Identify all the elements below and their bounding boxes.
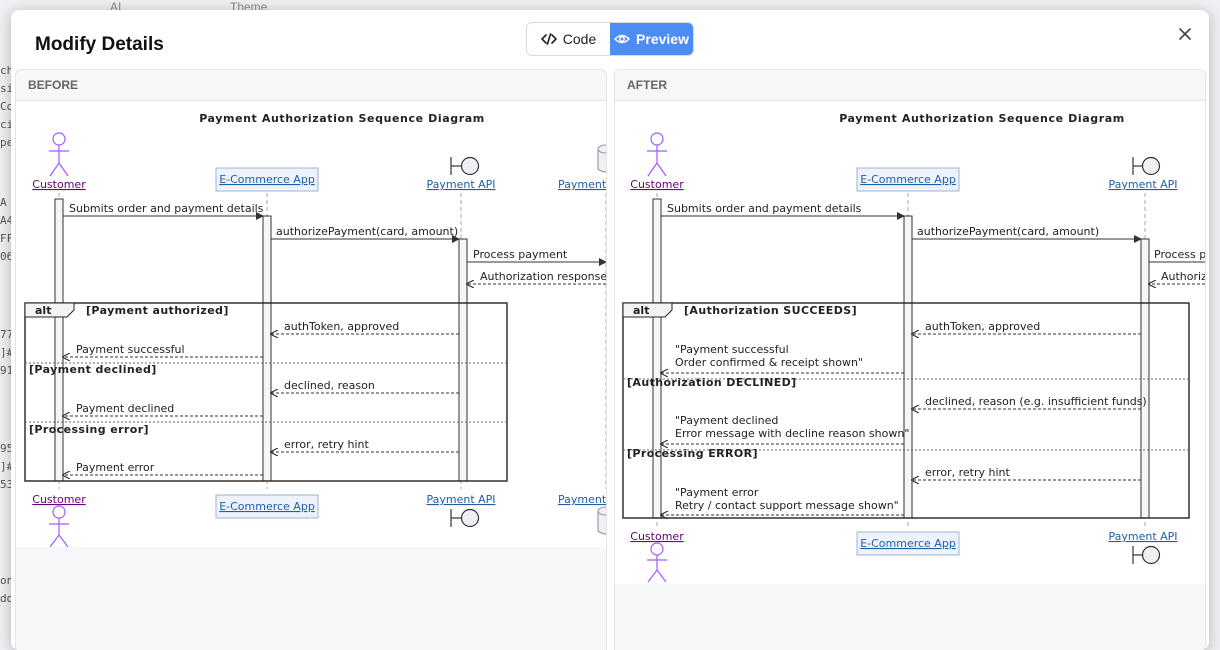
message-label: Retry / contact support message shown" [675, 499, 899, 512]
message-label: Submits order and payment details [667, 202, 862, 215]
boundary-icon [1132, 156, 1161, 176]
message-label: declined, reason (e.g. insufficient fund… [925, 395, 1147, 408]
participant-ecommerce-app-footer[interactable]: E-Commerce App [219, 500, 315, 513]
message-label: Authoriz [1161, 270, 1205, 283]
after-sequence-diagram: Payment Authorization Sequence Diagram C… [622, 112, 1205, 583]
actor-icon [647, 132, 667, 177]
boundary-icon [1132, 545, 1161, 565]
activation-bar [262, 215, 272, 482]
alt-guard: [Processing error] [29, 423, 149, 436]
participant-ecommerce-app[interactable]: E-Commerce App [219, 173, 315, 186]
code-tab[interactable]: Code [527, 23, 610, 55]
before-panel: BEFORE Payment Authorization Sequence Di… [15, 69, 607, 650]
view-toggle: Code Preview [526, 22, 694, 56]
message-label: Payment declined [76, 402, 174, 415]
boundary-icon [450, 156, 480, 176]
activation-bar [652, 198, 662, 519]
eye-icon [614, 34, 631, 44]
participant-customer-footer[interactable]: Customer [32, 493, 86, 506]
after-diagram[interactable]: Payment Authorization Sequence Diagram C… [615, 100, 1205, 584]
message-label: Payment successful [76, 343, 185, 356]
preview-tab[interactable]: Preview [610, 23, 693, 55]
activation-bar [54, 198, 64, 482]
participant-payment-api[interactable]: Payment API [426, 178, 495, 191]
message-label: authorizePayment(card, amount) [917, 225, 1099, 238]
alt-label: alt [35, 304, 51, 317]
diagram-title: Payment Authorization Sequence Diagram [839, 112, 1125, 125]
participant-ecommerce-app[interactable]: E-Commerce App [860, 173, 956, 186]
alt-guard: [Processing ERROR] [627, 447, 758, 460]
database-icon [597, 144, 606, 173]
message-label: Process payment [473, 248, 568, 261]
message-label: Order confirmed & receipt shown" [675, 356, 863, 369]
code-tab-label: Code [562, 31, 597, 47]
after-panel: AFTER Payment Authorization Sequence Dia… [614, 69, 1206, 650]
alt-label: alt [633, 304, 649, 317]
close-button[interactable] [1179, 24, 1191, 44]
alt-guard: [Authorization DECLINED] [627, 376, 797, 389]
message-label: "Payment successful [675, 343, 789, 356]
actor-icon [647, 542, 667, 583]
message-label: declined, reason [284, 379, 375, 392]
after-label: AFTER [627, 78, 667, 92]
close-icon [1179, 28, 1191, 40]
message-label: error, retry hint [284, 438, 370, 451]
modify-details-modal: Modify Details Code Preview BEFORE Payme… [11, 10, 1209, 650]
participant-customer[interactable]: Customer [32, 178, 86, 191]
message-label: error, retry hint [925, 466, 1011, 479]
message-label: authToken, approved [925, 320, 1040, 333]
activation-bar [458, 238, 468, 482]
activation-bar [903, 215, 913, 519]
alt-guard: [Authorization SUCCEEDS] [684, 304, 857, 317]
participant-payment-footer[interactable]: Payment [558, 493, 606, 506]
participant-customer[interactable]: Customer [630, 178, 684, 191]
diagram-title: Payment Authorization Sequence Diagram [199, 112, 485, 125]
message-label: Authorization response [480, 270, 606, 283]
participant-ecommerce-app-footer[interactable]: E-Commerce App [860, 537, 956, 550]
participant-payment-api-footer[interactable]: Payment API [426, 493, 495, 506]
boundary-icon [450, 508, 480, 528]
alt-guard: [Payment declined] [29, 363, 157, 376]
actor-icon [49, 505, 69, 547]
preview-tab-label: Preview [636, 31, 689, 47]
message-label: Payment error [76, 461, 155, 474]
background-code: A [0, 196, 7, 209]
participant-customer-footer[interactable]: Customer [630, 530, 684, 543]
alt-guard: [Payment authorized] [86, 304, 229, 317]
modal-title: Modify Details [35, 34, 164, 55]
code-icon [540, 33, 557, 45]
participant-payment[interactable]: Payment [558, 178, 606, 191]
message-label: authToken, approved [284, 320, 399, 333]
message-label: Error message with decline reason shown" [675, 427, 909, 440]
participant-payment-api[interactable]: Payment API [1108, 178, 1177, 191]
message-label: Process p [1154, 248, 1205, 261]
message-label: authorizePayment(card, amount) [276, 225, 458, 238]
message-label: "Payment error [675, 486, 759, 499]
message-label: "Payment declined [675, 414, 778, 427]
database-icon [597, 506, 606, 535]
participant-payment-api-footer[interactable]: Payment API [1108, 530, 1177, 543]
before-sequence-diagram: Payment Authorization Sequence Diagram C… [24, 112, 606, 547]
before-diagram[interactable]: Payment Authorization Sequence Diagram C… [16, 100, 606, 547]
message-label: Submits order and payment details [69, 202, 264, 215]
actor-icon [49, 132, 69, 177]
before-label: BEFORE [28, 78, 79, 92]
